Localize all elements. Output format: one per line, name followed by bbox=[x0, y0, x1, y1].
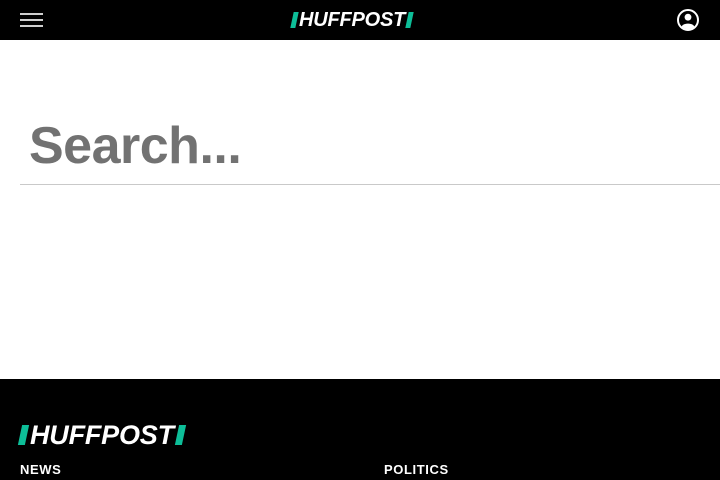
logo-bar-left bbox=[290, 12, 299, 28]
user-account-icon[interactable] bbox=[677, 9, 699, 31]
site-footer: HUFFPOST NEWS POLITICS bbox=[0, 379, 720, 480]
logo-text: HUFFPOST bbox=[299, 8, 406, 31]
footer-link-politics[interactable]: POLITICS bbox=[384, 462, 449, 477]
footer-logo-text: HUFFPOST bbox=[30, 419, 174, 450]
search-field-wrapper bbox=[20, 108, 720, 185]
footer-logo-bar-right bbox=[174, 425, 187, 445]
huffpost-logo[interactable]: HUFFPOST bbox=[290, 8, 414, 31]
footer-logo-bar-left bbox=[17, 425, 30, 445]
footer-link-news[interactable]: NEWS bbox=[20, 462, 61, 477]
hamburger-menu-icon[interactable] bbox=[20, 13, 43, 27]
logo-bar-right bbox=[405, 12, 414, 28]
footer-huffpost-logo[interactable]: HUFFPOST bbox=[17, 419, 187, 450]
search-input[interactable] bbox=[20, 108, 720, 184]
top-navigation-bar: HUFFPOST bbox=[0, 0, 720, 40]
